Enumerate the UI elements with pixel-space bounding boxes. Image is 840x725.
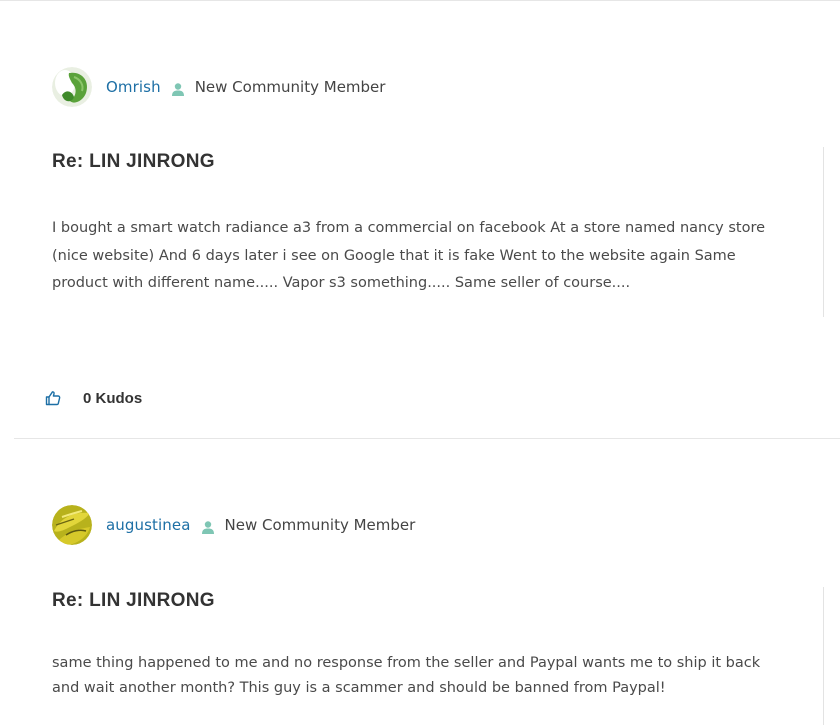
author-row: Omrish New Community Member [52,67,385,107]
content-edge-rule [823,587,824,725]
avatar[interactable] [52,67,92,107]
content-edge-rule [823,147,824,317]
post-body: I bought a smart watch radiance a3 from … [52,220,766,291]
top-divider [0,0,840,1]
avatar-image [52,505,92,545]
member-rank-icon [171,81,184,96]
avatar-image [52,67,92,107]
kudos-row: 0 Kudos [45,386,142,410]
thumbs-up-icon[interactable] [45,390,61,406]
post-subject: Re: LIN JINRONG [52,151,215,172]
author-name-link[interactable]: Omrish [106,78,161,96]
member-rank-label: New Community Member [194,78,386,96]
post-body: same thing happened to me and no respons… [52,655,761,696]
avatar[interactable] [52,505,92,545]
member-rank-icon [201,519,214,534]
kudos-count: 0 Kudos [83,389,143,407]
member-rank-label: New Community Member [224,516,416,534]
post-divider [14,438,840,439]
author-row: augustinea New Community Member [52,505,415,545]
post-subject: Re: LIN JINRONG [52,590,215,611]
author-name-link[interactable]: augustinea [106,516,191,534]
